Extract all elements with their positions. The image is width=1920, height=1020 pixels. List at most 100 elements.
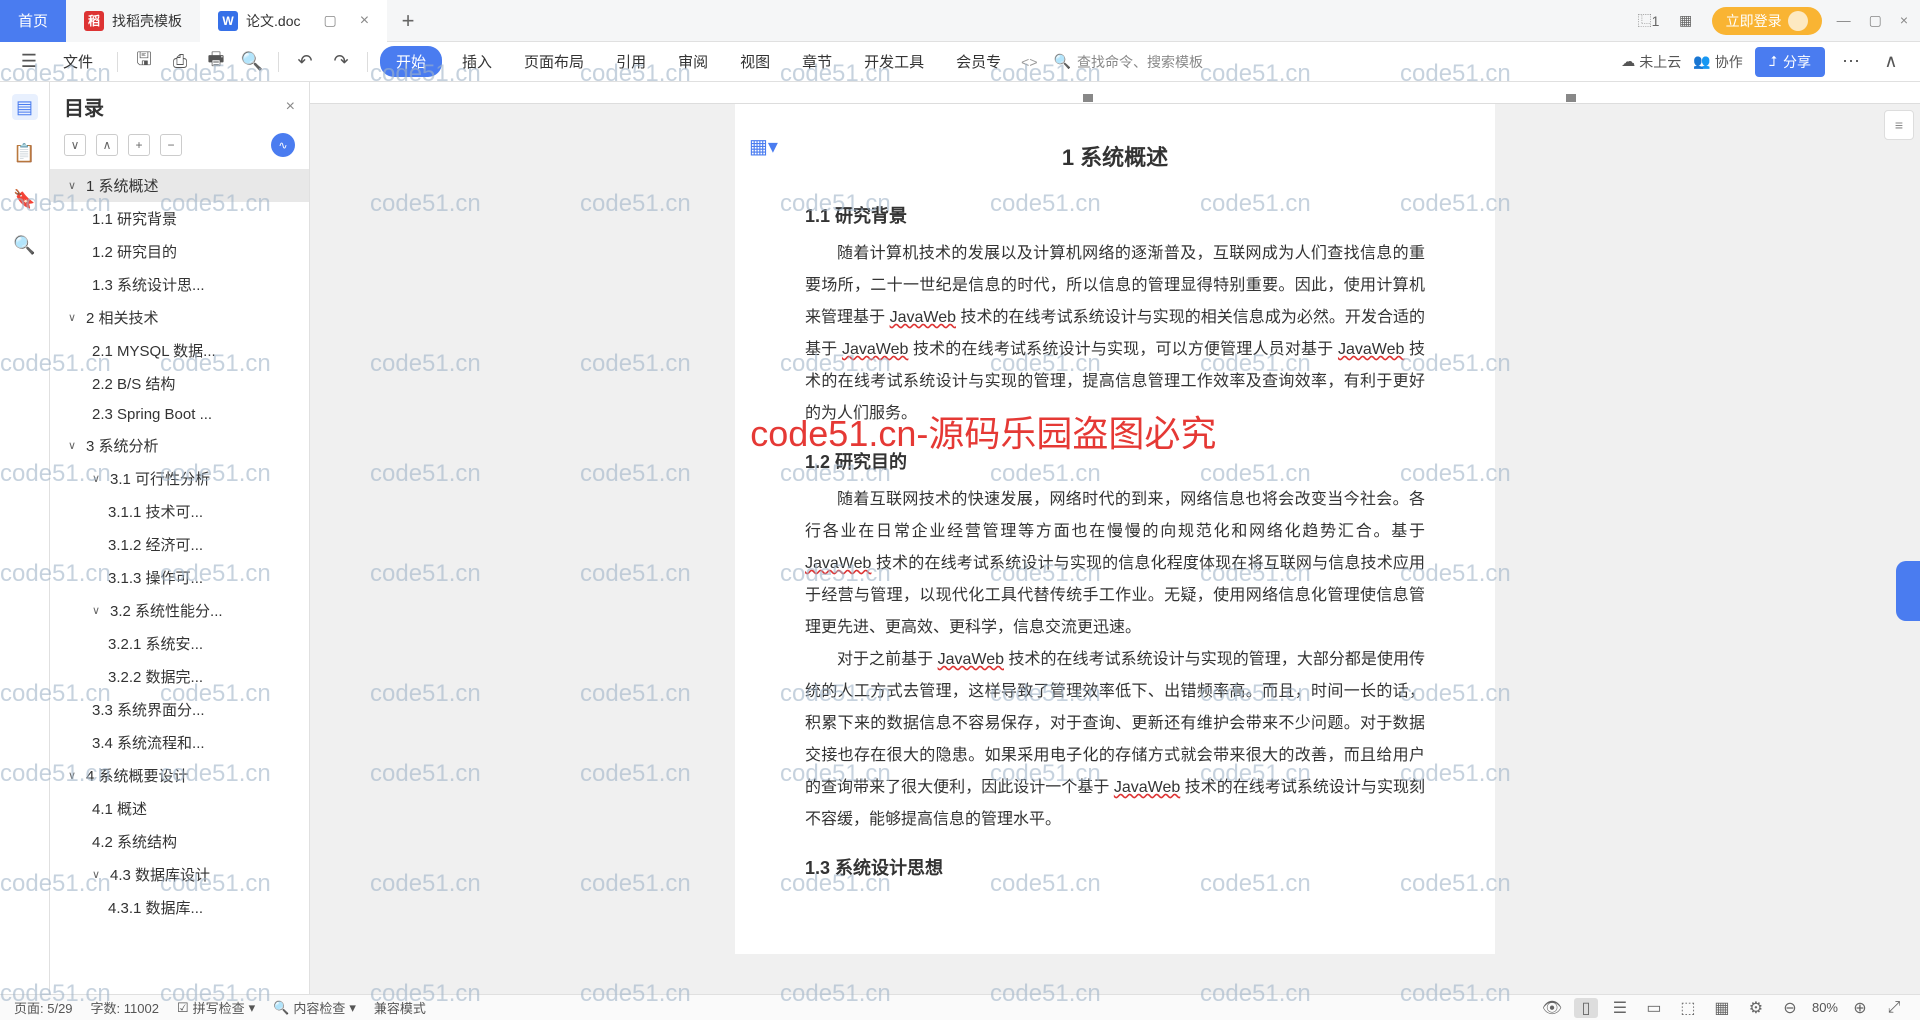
chevron-down-icon[interactable]: ∨ [92,604,104,617]
ruler-right-mark[interactable] [1566,94,1576,102]
present-icon[interactable]: ▢ [323,12,336,29]
chevron-down-icon[interactable]: ∨ [68,439,80,452]
settings-icon[interactable]: ⚙ [1744,998,1768,1018]
outline-item[interactable]: ∨4 系统概要设计 [50,759,309,792]
share-button[interactable]: ⮥分享 [1755,47,1825,77]
menu-review[interactable]: 审阅 [666,46,720,77]
outline-item[interactable]: ∨3.1 可行性分析 [50,462,309,495]
page-view-icon[interactable]: ▯ [1574,998,1598,1018]
layout-icon[interactable]: ⿺1 [1638,10,1660,32]
add-icon[interactable]: + [128,134,150,156]
outline-item[interactable]: 3.2.1 系统安... [50,627,309,660]
outline-item[interactable]: ∨4.3 数据库设计 [50,858,309,891]
expand-icon[interactable]: ∧ [1877,48,1905,76]
close-outline-icon[interactable]: × [286,98,295,116]
search-panel-icon[interactable]: 🔍 [12,232,38,258]
outline-item[interactable]: 1.3 系统设计思... [50,268,309,301]
outline-item[interactable]: 4.2 系统结构 [50,825,309,858]
menu-dev[interactable]: 开发工具 [852,46,936,77]
outline-item[interactable]: 2.3 Spring Boot ... [50,400,309,429]
outline-item[interactable]: 1.1 研究背景 [50,202,309,235]
page-marker-icon[interactable]: ▦▾ [749,134,778,159]
outline-item[interactable]: 3.1.1 技术可... [50,495,309,528]
menu-ref[interactable]: 引用 [604,46,658,77]
login-button[interactable]: 立即登录 [1712,7,1822,35]
word-count[interactable]: 字数: 11002 [91,998,159,1017]
chevron-down-icon[interactable]: ∨ [68,311,80,324]
menu-view[interactable]: 视图 [728,46,782,77]
outline-item[interactable]: 2.2 B/S 结构 [50,367,309,400]
zoom-in-icon[interactable]: ⊕ [1848,998,1872,1018]
close-window-button[interactable]: × [1900,12,1908,29]
outline-item[interactable]: 1.2 研究目的 [50,235,309,268]
save-as-icon[interactable]: ⎙ [166,48,194,76]
outline-item[interactable]: ∨3.2 系统性能分... [50,594,309,627]
menu-layout[interactable]: 页面布局 [512,46,596,77]
chevron-down-icon[interactable]: ∨ [92,472,104,485]
spell-check[interactable]: ☑ 拼写检查 ▾ [177,998,255,1017]
outline-item[interactable]: ∨1 系统概述 [50,169,309,202]
eye-icon[interactable]: 👁 [1540,998,1564,1018]
more-icon[interactable]: ⋯ [1837,48,1865,76]
preview-icon[interactable]: 🔍 [238,48,266,76]
outline-item[interactable]: ∨2 相关技术 [50,301,309,334]
page-status[interactable]: 页面: 5/29 [14,998,73,1017]
zoom-out-icon[interactable]: ⊖ [1778,998,1802,1018]
outline-item[interactable]: ∨3 系统分析 [50,429,309,462]
tab-document[interactable]: W 论文.doc ▢ × [200,0,387,42]
redo-icon[interactable]: ↷ [327,48,355,76]
chevron-down-icon[interactable]: ∨ [92,868,104,881]
ruler-left-mark[interactable] [1083,94,1093,102]
zoom-level[interactable]: 80% [1812,1000,1838,1015]
print-icon[interactable]: 🖶 [202,48,230,76]
apps-icon[interactable]: ▦ [1675,10,1697,32]
read-view-icon[interactable]: ▭ [1642,998,1666,1018]
menu-icon[interactable]: ☰ [15,48,43,76]
maximize-button[interactable]: ▢ [1869,12,1882,29]
undo-icon[interactable]: ↶ [291,48,319,76]
outline-item[interactable]: 3.1.2 经济可... [50,528,309,561]
side-tab[interactable] [1896,561,1920,621]
fit-icon[interactable]: ⤢ [1882,998,1906,1018]
compat-mode[interactable]: 兼容模式 [374,998,426,1017]
chevron-down-icon[interactable]: ∨ [68,769,80,782]
outline-item[interactable]: 4.3.1 数据库... [50,891,309,924]
collab-button[interactable]: 👥协作 [1693,52,1742,72]
minimize-button[interactable]: — [1837,12,1851,29]
menu-start[interactable]: 开始 [380,46,442,77]
remove-icon[interactable]: − [160,134,182,156]
outline-item[interactable]: 3.3 系统界面分... [50,693,309,726]
outline-view-icon[interactable]: ☰ [1608,998,1632,1018]
outline-item[interactable]: 4.1 概述 [50,792,309,825]
menu-member[interactable]: 会员专 [944,46,1013,77]
ruler[interactable] [310,82,1920,104]
bookmark-icon[interactable]: 🔖 [12,186,38,212]
outline-icon[interactable]: ▤ [12,94,38,120]
outline-item[interactable]: 3.1.3 操作可... [50,561,309,594]
search-box[interactable]: 🔍 查找命令、搜索模板 [1046,49,1211,75]
menu-chapter[interactable]: 章节 [790,46,844,77]
collapse-all-icon[interactable]: ∨ [64,134,86,156]
expand-all-icon[interactable]: ∧ [96,134,118,156]
close-icon[interactable]: × [360,12,369,30]
save-icon[interactable]: 🖫 [130,48,158,76]
ai-icon[interactable]: ∿ [271,133,295,157]
menu-insert[interactable]: 插入 [450,46,504,77]
format-pane-icon[interactable]: ≡ [1884,110,1914,140]
content-check[interactable]: 🔍 内容检查 ▾ [273,998,356,1017]
cloud-status[interactable]: ☁未上云 [1621,52,1681,72]
outline-item[interactable]: 2.1 MYSQL 数据... [50,334,309,367]
chevron-down-icon[interactable]: ∨ [68,179,80,192]
tab-template[interactable]: 稻 找稻壳模板 [66,0,200,42]
file-menu[interactable]: 文件 [51,46,105,77]
menu-more[interactable]: <> [1021,54,1037,70]
clipboard-icon[interactable]: 📋 [12,140,38,166]
grid-view-icon[interactable]: ▦ [1710,998,1734,1018]
outline-item[interactable]: 3.2.2 数据完... [50,660,309,693]
outline-item[interactable]: 3.4 系统流程和... [50,726,309,759]
web-view-icon[interactable]: ⬚ [1676,998,1700,1018]
tab-home[interactable]: 首页 [0,0,66,42]
outline-list[interactable]: ∨1 系统概述1.1 研究背景1.2 研究目的1.3 系统设计思...∨2 相关… [50,167,309,984]
document-scroll[interactable]: ▦▾ 1 系统概述 1.1 研究背景 随着计算机技术的发展以及计算机网络的逐渐普… [310,104,1920,994]
new-tab-button[interactable]: + [387,0,429,42]
